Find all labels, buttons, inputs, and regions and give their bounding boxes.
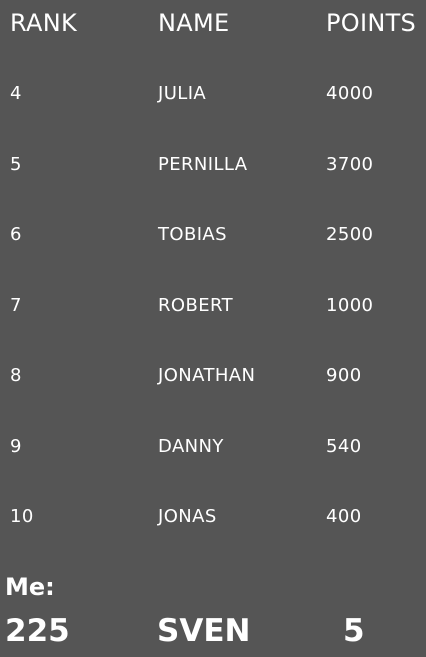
row-rank: 4 xyxy=(10,83,22,104)
my-rank: 225 xyxy=(5,613,70,649)
row-name: ROBERT xyxy=(158,294,233,316)
rank-column-header: RANK xyxy=(10,9,78,37)
leaderboard-list: 4 JULIA 4000 5 PERNILLA 3700 6 TOBIAS 25… xyxy=(0,80,426,574)
row-name: JONATHAN xyxy=(158,365,256,386)
row-name: TOBIAS xyxy=(158,224,227,245)
my-name: SVEN xyxy=(157,613,251,649)
leaderboard-row: 9 DANNY 540 xyxy=(0,433,426,504)
row-points: 4000 xyxy=(326,83,374,104)
row-name: DANNY xyxy=(158,435,224,457)
leaderboard-row: 10 JONAS 400 xyxy=(0,503,426,574)
row-points: 3700 xyxy=(326,153,374,175)
name-column-header: NAME xyxy=(158,9,230,37)
row-name: PERNILLA xyxy=(158,153,248,175)
my-score-label: Me: xyxy=(5,573,55,601)
row-points: 1000 xyxy=(326,294,374,316)
row-rank: 6 xyxy=(10,224,22,245)
leaderboard-screen: { "header": { "rank": "RANK", "name": "N… xyxy=(0,0,426,657)
my-points: 5 xyxy=(343,613,365,649)
leaderboard-row: 5 PERNILLA 3700 xyxy=(0,151,426,222)
row-rank: 9 xyxy=(10,435,22,457)
row-rank: 7 xyxy=(10,294,22,316)
leaderboard-row: 8 JONATHAN 900 xyxy=(0,362,426,433)
leaderboard-row: 7 ROBERT 1000 xyxy=(0,292,426,363)
row-points: 540 xyxy=(326,435,362,457)
leaderboard-row: 6 TOBIAS 2500 xyxy=(0,221,426,292)
row-rank: 8 xyxy=(10,365,22,386)
row-name: JULIA xyxy=(158,83,207,104)
points-column-header: POINTS xyxy=(326,9,417,37)
row-rank: 10 xyxy=(10,506,34,527)
leaderboard-row: 4 JULIA 4000 xyxy=(0,80,426,151)
leaderboard-header: RANK NAME POINTS xyxy=(0,8,426,38)
row-name: JONAS xyxy=(158,506,217,527)
row-points: 400 xyxy=(326,506,362,527)
my-score-row: 225 SVEN 5 xyxy=(0,612,426,650)
row-rank: 5 xyxy=(10,153,22,175)
row-points: 900 xyxy=(326,365,362,386)
row-points: 2500 xyxy=(326,224,374,245)
